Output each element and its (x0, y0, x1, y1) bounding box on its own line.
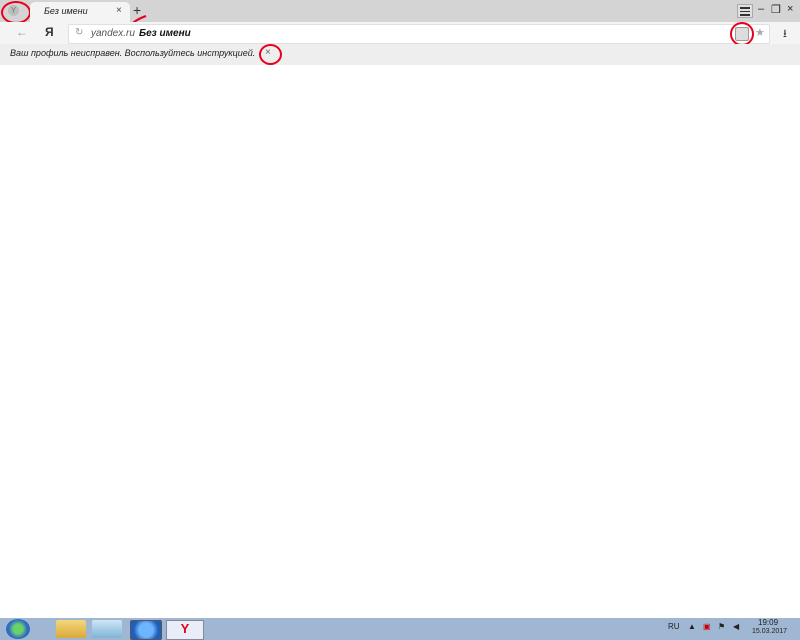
url-domain: yandex.ru (91, 28, 135, 39)
new-tab-button[interactable]: + (133, 2, 141, 18)
yandex-home-button[interactable]: Я (45, 25, 54, 39)
annotation-circle-close (259, 44, 282, 65)
hamburger-menu-icon[interactable] (737, 4, 753, 18)
clock-time[interactable]: 19:09 (758, 618, 778, 627)
profile-error-infobar: Ваш профиль неисправен. Воспользуйтесь и… (0, 44, 800, 65)
tab-active[interactable]: Без имени × (30, 2, 130, 22)
reload-icon[interactable]: ↻ (75, 27, 83, 38)
windows-taskbar: Y RU ▲ ▣ ⚑ ◀ 19:09 15.03.2017 (0, 618, 800, 640)
download-icon[interactable]: ⭳ (783, 25, 787, 44)
network-icon[interactable]: ▣ (703, 622, 711, 631)
toolbar: ← Я ↻ yandex.ru Без имени ★ ⭳ (0, 22, 800, 46)
app-taskbar-icon[interactable] (92, 620, 122, 638)
minimize-button[interactable]: – (758, 3, 764, 15)
address-bar[interactable]: ↻ yandex.ru Без имени ★ (68, 22, 770, 46)
internet-explorer-taskbar-icon[interactable] (130, 620, 162, 640)
close-window-button[interactable]: × (787, 3, 793, 15)
title-bar: Y Без имени × + – ❐ × (0, 0, 800, 30)
annotation-circle-action (730, 22, 754, 46)
start-button[interactable] (6, 619, 30, 639)
back-button[interactable]: ← (16, 25, 28, 39)
explorer-taskbar-icon[interactable] (56, 620, 86, 638)
tab-title: Без имени (44, 6, 88, 16)
language-indicator[interactable]: RU (668, 622, 680, 631)
clock-date[interactable]: 15.03.2017 (752, 628, 787, 635)
infobar-message: Ваш профиль неисправен. Воспользуйтесь и… (10, 48, 256, 58)
restore-button[interactable]: ❐ (771, 3, 781, 16)
url-page-title: Без имени (139, 28, 191, 39)
flag-icon[interactable]: ⚑ (718, 622, 725, 631)
volume-icon[interactable]: ◀ (733, 622, 739, 631)
bookmark-star-icon[interactable]: ★ (755, 26, 765, 39)
tray-expand-icon[interactable]: ▲ (688, 622, 696, 631)
annotation-circle-logo (1, 1, 31, 24)
yandex-browser-taskbar-icon[interactable]: Y (166, 620, 204, 640)
